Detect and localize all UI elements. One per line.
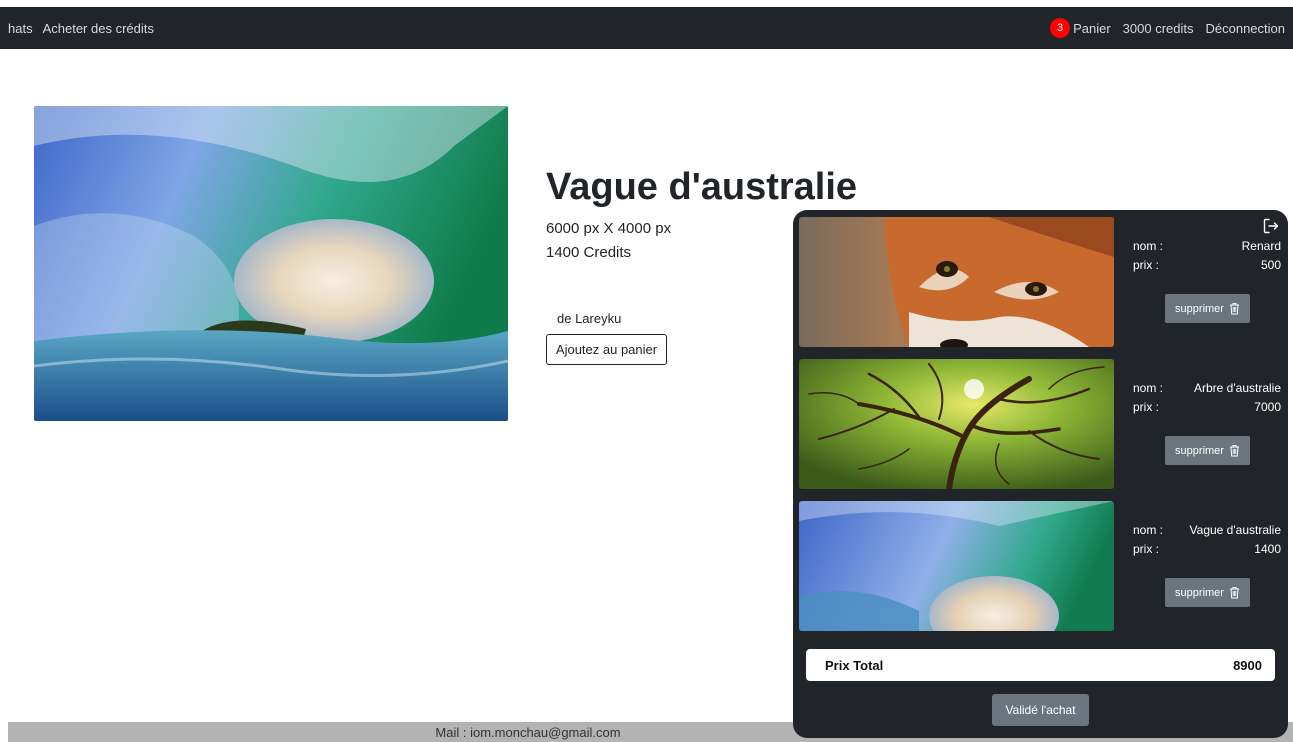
cart-item-price-row: prix : 1400 xyxy=(1133,542,1281,556)
cart-item: nom : Arbre d'australie prix : 7000 supp… xyxy=(799,359,1283,489)
total-label: Prix Total xyxy=(825,657,884,673)
nav-left: hats Acheter des crédits xyxy=(8,7,154,49)
price-label: prix : xyxy=(1133,258,1160,272)
item-name: Renard xyxy=(1241,239,1281,253)
remove-label: supprimer xyxy=(1175,302,1224,315)
trash-icon xyxy=(1229,445,1239,457)
remove-button[interactable]: supprimer xyxy=(1165,294,1250,323)
cart-item-name-row: nom : Arbre d'australie xyxy=(1133,381,1281,395)
cart-item-info: nom : Arbre d'australie prix : 7000 supp… xyxy=(1133,359,1282,489)
item-name: Vague d'australie xyxy=(1189,523,1281,537)
item-price: 500 xyxy=(1260,258,1281,272)
product-title: Vague d'australie xyxy=(546,166,858,208)
item-price: 7000 xyxy=(1254,400,1281,414)
trash-icon xyxy=(1229,587,1239,599)
cart-item: nom : Vague d'australie prix : 1400 supp… xyxy=(799,501,1283,631)
product-price: 1400 Credits xyxy=(546,244,632,261)
cart-item-image-wave xyxy=(799,501,1114,631)
nav-link-buy-credits[interactable]: Acheter des crédits xyxy=(43,21,154,36)
nav-cart-link[interactable]: 3 Panier xyxy=(1050,18,1111,38)
item-name: Arbre d'australie xyxy=(1194,381,1281,395)
cart-item-name-row: nom : Vague d'australie xyxy=(1133,523,1281,537)
cart-item: nom : Renard prix : 500 supprimer xyxy=(799,217,1283,347)
product-author[interactable]: de Lareyku xyxy=(557,311,621,326)
item-price: 1400 xyxy=(1254,542,1281,556)
remove-button[interactable]: supprimer xyxy=(1165,436,1250,465)
price-label: prix : xyxy=(1133,400,1160,414)
cart-count-badge: 3 xyxy=(1050,18,1071,38)
cart-item-image-tree xyxy=(799,359,1114,489)
nav-right: 3 Panier 3000 credits Déconnection xyxy=(1050,7,1285,49)
cart-item-image-fox xyxy=(799,217,1114,347)
remove-button[interactable]: supprimer xyxy=(1165,578,1250,607)
name-label: nom : xyxy=(1133,523,1164,537)
cart-item-price-row: prix : 7000 xyxy=(1133,400,1281,414)
total-bar: Prix Total 8900 xyxy=(806,649,1275,681)
navbar: hats Acheter des crédits 3 Panier 3000 c… xyxy=(0,7,1293,49)
product-image-wave xyxy=(34,106,508,421)
footer-mail: Mail : iom.monchau@gmail.com xyxy=(435,724,621,740)
name-label: nom : xyxy=(1133,381,1164,395)
cart-panel: nom : Renard prix : 500 supprimer nom: … xyxy=(793,210,1288,738)
nav-credits[interactable]: 3000 credits xyxy=(1123,21,1194,36)
product-dimensions: 6000 px X 4000 px xyxy=(546,220,672,237)
cart-item-name-row: nom : Renard xyxy=(1133,239,1281,253)
cart-label: Panier xyxy=(1073,20,1111,36)
name-label: nom : xyxy=(1133,239,1164,253)
price-label: prix : xyxy=(1133,542,1160,556)
validate-purchase-button[interactable]: Validé l'achat xyxy=(992,694,1089,726)
cart-item-info: nom : Renard prix : 500 supprimer xyxy=(1133,217,1282,347)
nav-logout[interactable]: Déconnection xyxy=(1206,21,1286,36)
cart-item-info: nom : Vague d'australie prix : 1400 supp… xyxy=(1133,501,1282,631)
remove-label: supprimer xyxy=(1175,586,1224,599)
cart-item-price-row: prix : 500 xyxy=(1133,258,1281,272)
total-value: 8900 xyxy=(1233,657,1262,673)
trash-icon xyxy=(1229,303,1239,315)
add-to-cart-button[interactable]: Ajoutez au panier xyxy=(546,334,667,365)
nav-link-achats[interactable]: hats xyxy=(8,21,33,36)
remove-label: supprimer xyxy=(1175,444,1224,457)
